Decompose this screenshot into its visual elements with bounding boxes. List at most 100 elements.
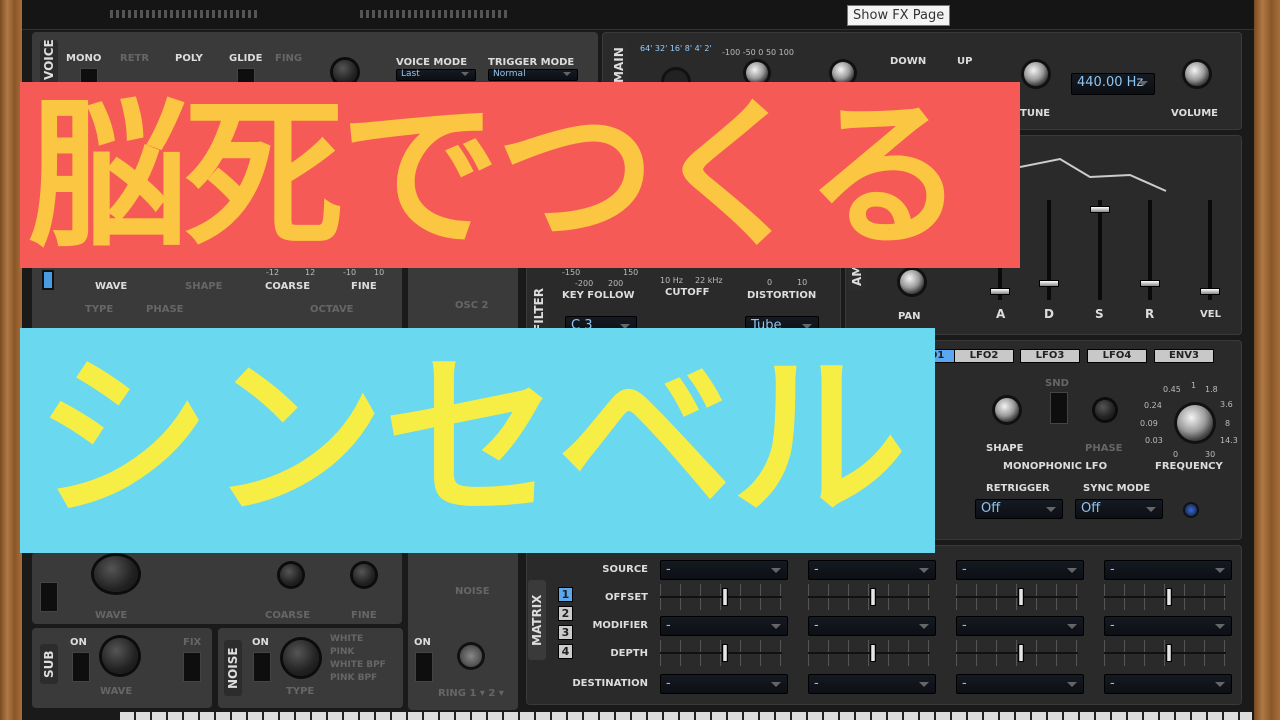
tab-env3[interactable]: ENV3 (1154, 349, 1214, 363)
retrigger-select[interactable]: Off (975, 499, 1063, 519)
release-label: R (1145, 307, 1155, 321)
osc1-led[interactable] (42, 270, 54, 290)
matrix-modifier-select-1[interactable]: - (660, 616, 788, 636)
bend-knob[interactable] (832, 62, 854, 84)
matrix-page-3[interactable]: 3 (558, 625, 573, 640)
coarse-min: -12 (266, 268, 280, 277)
noise-type-knob[interactable] (283, 640, 319, 676)
lfo-shape-knob[interactable] (995, 398, 1019, 422)
decay-fader[interactable] (1039, 200, 1059, 300)
matrix-offset-slider-1[interactable] (660, 584, 782, 610)
matrix-destination-select-3[interactable]: - (956, 674, 1084, 694)
osc1-phase-label: PHASE (146, 304, 184, 315)
matrix-source-select-4[interactable]: - (1104, 560, 1232, 580)
show-fx-tooltip: Show FX Page (847, 5, 951, 26)
top-vent-left (110, 10, 260, 18)
sub-wave-knob[interactable] (102, 638, 138, 674)
matrix-offset-slider-4[interactable] (1104, 584, 1226, 610)
osc2-fine-knob[interactable] (353, 564, 375, 586)
matrix-destination-select-1[interactable]: - (660, 674, 788, 694)
pan-knob[interactable] (900, 270, 924, 294)
freq-tick-009: 0.09 (1140, 419, 1158, 428)
tune-knob[interactable] (1024, 62, 1048, 86)
ring-knob[interactable] (460, 645, 482, 667)
matrix-destination-select-4[interactable]: - (1104, 674, 1232, 694)
matrix-source-select-2[interactable]: - (808, 560, 936, 580)
trigger-mode-select[interactable]: Normal (488, 69, 578, 81)
matrix-modifier-select-2[interactable]: - (808, 616, 936, 636)
ring-on-switch[interactable] (415, 652, 433, 682)
poly-label: POLY (175, 53, 203, 64)
tab-lfo4[interactable]: LFO4 (1087, 349, 1147, 363)
keyboard-strip[interactable] (120, 712, 1252, 720)
matrix-depth-slider-2[interactable] (808, 640, 930, 666)
ring-on-label: ON (414, 637, 431, 648)
noise-type-pink-bpf: PINK BPF (330, 673, 378, 683)
osc1-octave-label: OCTAVE (310, 304, 354, 315)
kf-tick-200: 200 (608, 279, 624, 288)
osc2-coarse-knob[interactable] (280, 564, 302, 586)
volume-knob[interactable] (1185, 62, 1209, 86)
matrix-depth-slider-1[interactable] (660, 640, 782, 666)
matrix-source-select-3[interactable]: - (956, 560, 1084, 580)
monophonic-lfo-label: MONOPHONIC LFO (1003, 461, 1108, 472)
osc2-switch[interactable] (40, 582, 58, 612)
matrix-destination-select-2[interactable]: - (808, 674, 936, 694)
slider-thumb[interactable] (870, 588, 876, 606)
velocity-fader[interactable] (1200, 200, 1220, 300)
up-label: UP (957, 56, 973, 67)
envelope-display (1020, 157, 1167, 192)
matrix-page-1[interactable]: 1 (558, 587, 573, 602)
slider-thumb[interactable] (1018, 644, 1024, 662)
slider-thumb[interactable] (1166, 644, 1172, 662)
matrix-depth-slider-4[interactable] (1104, 640, 1226, 666)
distortion-label: DISTORTION (747, 290, 817, 301)
tab-lfo2[interactable]: LFO2 (954, 349, 1014, 363)
voice-mode-select[interactable]: Last (396, 69, 476, 81)
matrix-source-select-1[interactable]: - (660, 560, 788, 580)
pitch-knob[interactable] (746, 62, 768, 84)
matrix-page-2[interactable]: 2 (558, 606, 573, 621)
lfo-snd-switch[interactable] (1050, 392, 1068, 424)
glide-time-knob[interactable] (333, 60, 357, 84)
freq-tick-30: 30 (1205, 450, 1216, 459)
slider-thumb[interactable] (722, 588, 728, 606)
matrix-offset-slider-2[interactable] (808, 584, 930, 610)
osc2-wave-label: WAVE (95, 610, 128, 621)
sync-mode-select[interactable]: Off (1075, 499, 1163, 519)
slider-thumb[interactable] (1166, 588, 1172, 606)
slider-thumb[interactable] (870, 644, 876, 662)
sustain-fader[interactable] (1090, 200, 1110, 300)
sub-on-label: ON (70, 637, 87, 648)
tune-frequency-display[interactable]: 440.00 Hz (1071, 73, 1155, 95)
matrix-page-4[interactable]: 4 (558, 644, 573, 659)
lfo-frequency-knob[interactable] (1177, 405, 1213, 441)
osc1-shape-label: SHAPE (185, 281, 223, 292)
tune-label: TUNE (1020, 108, 1051, 119)
osc2-wave-knob[interactable] (94, 556, 138, 592)
matrix-offset-slider-3[interactable] (956, 584, 1078, 610)
lfo-phase-knob[interactable] (1095, 400, 1115, 420)
matrix-depth-slider-3[interactable] (956, 640, 1078, 666)
matrix-row-label-source: SOURCE (602, 564, 648, 575)
matrix-modifier-select-3[interactable]: - (956, 616, 1084, 636)
velocity-label: VEL (1200, 309, 1221, 320)
sync-mode-label: SYNC MODE (1083, 483, 1151, 494)
fine-max: 10 (374, 268, 385, 277)
osc2-coarse-label: COARSE (265, 610, 311, 621)
slider-thumb[interactable] (1018, 588, 1024, 606)
wood-side-right (1254, 0, 1280, 720)
noise-on-switch[interactable] (253, 652, 271, 682)
sync-led-button[interactable] (1183, 502, 1199, 518)
cutoff-max: 22 kHz (695, 276, 723, 285)
tab-lfo3[interactable]: LFO3 (1020, 349, 1080, 363)
sub-on-switch[interactable] (72, 652, 90, 682)
osc1-type-label: TYPE (85, 304, 114, 315)
sub-fix-switch[interactable] (183, 652, 201, 682)
osc2-panel (32, 552, 402, 624)
matrix-modifier-select-4[interactable]: - (1104, 616, 1232, 636)
release-fader[interactable] (1140, 200, 1160, 300)
envelope-curve (1020, 157, 1167, 192)
slider-thumb[interactable] (722, 644, 728, 662)
lfo-frequency-label: FREQUENCY (1155, 461, 1223, 472)
